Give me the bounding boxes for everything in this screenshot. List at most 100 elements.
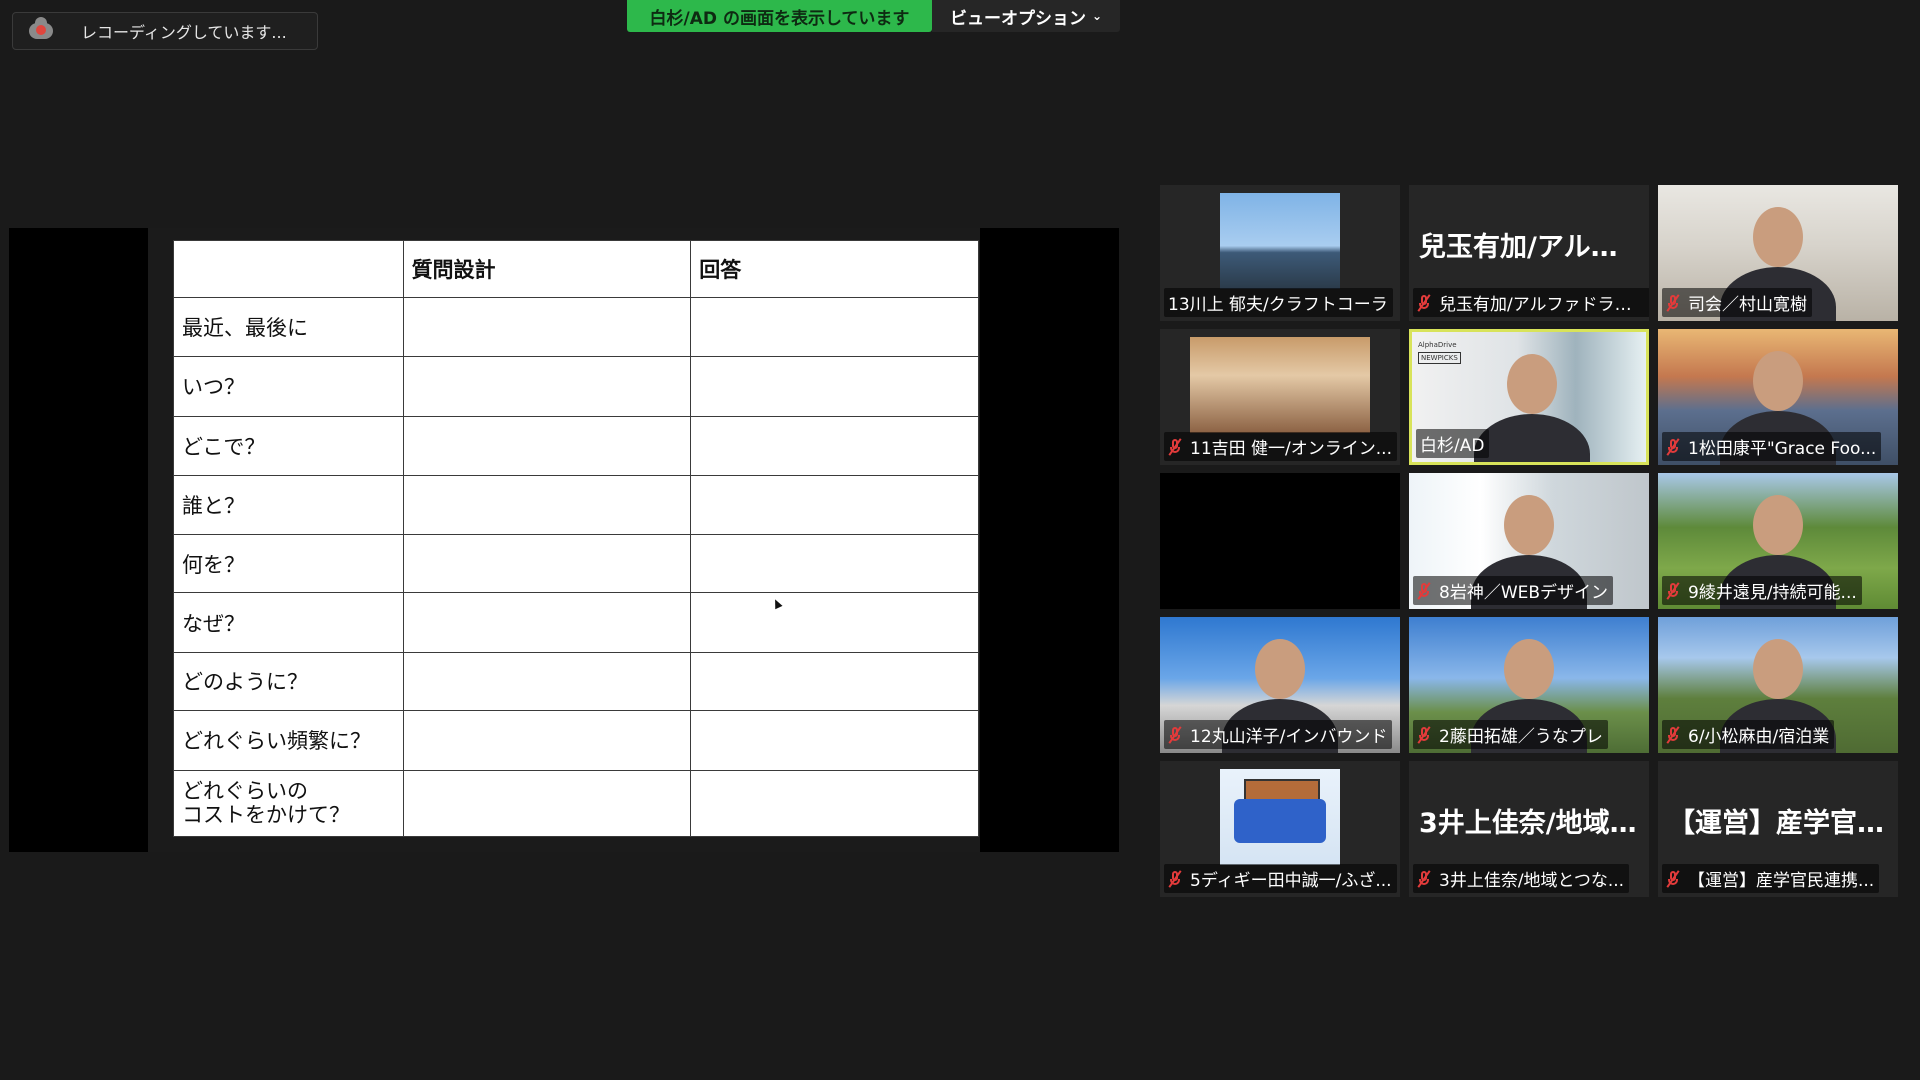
table-cell	[690, 297, 979, 357]
microphone-muted-icon	[1666, 437, 1680, 456]
profile-picture	[1190, 337, 1370, 433]
participant-name: 【運営】産学官民連携...	[1688, 871, 1875, 891]
participant-display-name: 【運営】産学官民...	[1668, 808, 1898, 839]
participant-tile[interactable]: 【運営】産学官民... 【運営】産学官民連携...	[1658, 761, 1898, 897]
participant-tile[interactable]: 司会／村山寛樹	[1658, 185, 1898, 321]
table-cell	[402, 355, 692, 418]
microphone-muted-icon	[1168, 437, 1182, 456]
microphone-muted-icon	[1666, 581, 1680, 600]
participant-tile[interactable]: 兒玉有加/アルフ... 兒玉有加/アルファドライ...	[1409, 185, 1649, 321]
table-cell	[690, 474, 979, 535]
participant-name-label: 8岩神／WEBデザイン	[1413, 576, 1614, 605]
microphone-muted-icon	[1417, 293, 1431, 312]
table-cell	[402, 592, 692, 653]
recording-indicator[interactable]: レコーディングしています...	[12, 12, 318, 50]
participant-name-label: 司会／村山寛樹	[1662, 288, 1812, 317]
participant-tile[interactable]: 12丸山洋子/インバウンド	[1160, 617, 1400, 753]
table-cell: どれぐらい頻繁に？	[173, 710, 404, 771]
participant-name: 8岩神／WEBデザイン	[1439, 583, 1609, 603]
view-options-label: ビューオプション	[949, 8, 1086, 29]
table-row: 誰と？	[173, 474, 979, 535]
participant-name: 白杉/AD	[1420, 436, 1485, 456]
participant-name: 司会／村山寛樹	[1688, 295, 1807, 315]
table-cell: 何を？	[173, 533, 404, 594]
participant-name-label: 【運営】産学官民連携...	[1662, 864, 1880, 893]
participant-tile[interactable]: 5ディギー田中誠一/ふざ...	[1160, 761, 1400, 897]
microphone-muted-icon	[1417, 581, 1431, 600]
participant-name: 2藤田拓雄／うなプレ	[1439, 727, 1603, 747]
participant-tile[interactable]: 2藤田拓雄／うなプレ	[1409, 617, 1649, 753]
table-cell	[690, 651, 979, 712]
table-row: どこで？	[173, 416, 979, 476]
question-design-table: 質問設計 回答 最近、最後に いつ？ どこで？ 誰と？ 何を？ なぜ？ どのように？ どれぐらい頻…	[173, 239, 979, 837]
table-cell	[402, 416, 692, 476]
zoom-meeting-window: レコーディングしています... 白杉/AD の画面を表示しています ビューオプシ…	[0, 0, 1920, 1080]
participant-body	[1474, 414, 1590, 462]
screen-share-banner: 白杉/AD の画面を表示しています	[627, 0, 932, 32]
sharing-status-text: 白杉/AD の画面を表示しています	[649, 8, 910, 29]
view-options-button[interactable]: ビューオプション ⌄	[932, 0, 1120, 32]
participant-tile[interactable]: AlphaDrive NEWPICKS 白杉/AD	[1409, 329, 1649, 465]
participant-name: 11吉田 健一/オンライン...	[1190, 439, 1392, 459]
participant-name-label: 13川上 郁夫/クラフトコーラ	[1164, 288, 1393, 317]
table-row: 最近、最後に	[173, 297, 979, 357]
participant-name-label: 5ディギー田中誠一/ふざ...	[1164, 864, 1397, 893]
participant-tile[interactable]	[1160, 473, 1400, 609]
participant-face	[1753, 639, 1803, 699]
microphone-muted-icon	[1417, 869, 1431, 888]
table-cell	[402, 769, 692, 837]
participant-face	[1504, 639, 1554, 699]
participant-name-label: 2藤田拓雄／うなプレ	[1413, 720, 1608, 749]
microphone-muted-icon	[1168, 725, 1182, 744]
table-row: 何を？	[173, 533, 979, 594]
recording-status-text: レコーディングしています...	[81, 23, 287, 42]
participant-name-label: 6/小松麻由/宿泊業	[1662, 720, 1835, 749]
participant-name: 12丸山洋子/インバウンド	[1190, 727, 1388, 747]
microphone-muted-icon	[1168, 869, 1182, 888]
participant-face	[1753, 207, 1803, 267]
table-cell	[402, 297, 692, 357]
table-cell	[402, 710, 692, 771]
table-row: どのように？	[173, 651, 979, 712]
participant-gallery: 13川上 郁夫/クラフトコーラ 兒玉有加/アルフ... 兒玉有加/アルファドライ..…	[1160, 185, 1900, 897]
participant-display-name: 兒玉有加/アルフ...	[1419, 232, 1649, 263]
participant-tile[interactable]: 9綾井遠見/持続可能...	[1658, 473, 1898, 609]
participant-face	[1255, 639, 1305, 699]
microphone-muted-icon	[1666, 293, 1680, 312]
microphone-muted-icon	[1666, 725, 1680, 744]
table-header-row: 質問設計 回答	[173, 239, 979, 299]
table-cell	[690, 710, 979, 771]
table-cell	[690, 533, 979, 594]
table-row: どれぐらい頻繁に？	[173, 710, 979, 771]
participant-tile[interactable]: 11吉田 健一/オンライン...	[1160, 329, 1400, 465]
chevron-down-icon: ⌄	[1091, 9, 1103, 23]
participant-display-name: 3井上佳奈/地域...	[1419, 808, 1641, 839]
background-slide-tag: NEWPICKS	[1418, 352, 1461, 364]
background-slide-brand: AlphaDrive	[1418, 341, 1457, 349]
participant-name: 1松田康平"Grace Foo...	[1688, 439, 1877, 459]
shared-screen[interactable]: 質問設計 回答 最近、最後に いつ？ どこで？ 誰と？ 何を？ なぜ？ どのように？ どれぐらい頻…	[9, 228, 1119, 852]
participant-tile[interactable]: 3井上佳奈/地域... 3井上佳奈/地域とつな...	[1409, 761, 1649, 897]
participant-face	[1753, 495, 1803, 555]
participant-face	[1504, 495, 1554, 555]
profile-picture	[1220, 769, 1340, 865]
participant-tile[interactable]: 13川上 郁夫/クラフトコーラ	[1160, 185, 1400, 321]
truck-icon	[1234, 799, 1326, 843]
table-row: なぜ？	[173, 592, 979, 653]
participant-tile[interactable]: 1松田康平"Grace Foo...	[1658, 329, 1898, 465]
participant-tile[interactable]: 6/小松麻由/宿泊業	[1658, 617, 1898, 753]
table-cell: 最近、最後に	[173, 297, 404, 357]
table-cell: どれぐらいの コストをかけて？	[173, 769, 404, 837]
participant-name-label: 3井上佳奈/地域とつな...	[1413, 864, 1630, 893]
participant-name-label: 兒玉有加/アルファドライ...	[1413, 288, 1649, 317]
table-cell: いつ？	[173, 355, 404, 418]
microphone-muted-icon	[1666, 869, 1680, 888]
participant-tile[interactable]: 8岩神／WEBデザイン	[1409, 473, 1649, 609]
table-cell: 質問設計	[402, 239, 692, 299]
background-slide: AlphaDrive NEWPICKS	[1418, 340, 1461, 364]
participant-name-label: 9綾井遠見/持続可能...	[1662, 576, 1862, 605]
participant-name: 兒玉有加/アルファドライ...	[1439, 295, 1645, 315]
participant-name-label: 白杉/AD	[1416, 429, 1490, 458]
table-cell: どこで？	[173, 416, 404, 476]
table-cell: なぜ？	[173, 592, 404, 653]
